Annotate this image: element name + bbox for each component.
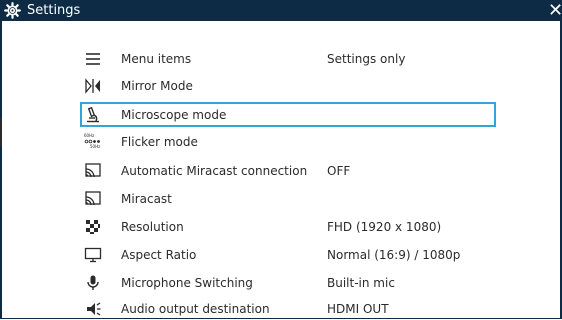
miracast-icon <box>84 190 102 208</box>
microscope-icon <box>84 106 102 124</box>
setting-value: FHD (1920 x 1080) <box>327 220 442 234</box>
setting-label: Miracast <box>121 192 172 206</box>
setting-row-aspect-ratio[interactable]: Aspect Ratio Normal (16:9) / 1080p <box>80 244 496 266</box>
setting-label: Resolution <box>121 220 184 234</box>
flicker-icon-60hz: 60Hz <box>84 133 94 138</box>
setting-label: Audio output destination <box>121 302 270 316</box>
setting-value: Normal (16:9) / 1080p <box>327 248 461 262</box>
setting-row-audio-output[interactable]: Audio output destination HDMI OUT <box>80 298 496 320</box>
setting-label: Aspect Ratio <box>121 248 197 262</box>
resolution-icon <box>84 218 102 236</box>
setting-row-microphone-switching[interactable]: Microphone Switching Built-in mic <box>80 272 496 294</box>
gear-icon <box>4 2 21 19</box>
setting-label: Menu items <box>121 52 192 66</box>
setting-label: Mirror Mode <box>121 79 193 93</box>
setting-label: Microscope mode <box>121 108 227 122</box>
setting-value: Settings only <box>327 52 406 66</box>
setting-label: Microphone Switching <box>121 276 253 290</box>
panel-edge-marker <box>0 118 2 146</box>
microphone-icon <box>84 274 102 292</box>
miracast-icon <box>84 162 102 180</box>
speaker-icon <box>84 300 102 318</box>
setting-row-menu-items[interactable]: Menu items Settings only <box>80 48 496 70</box>
menu-icon <box>84 50 102 68</box>
flicker-icon: 60Hz 50Hz <box>84 133 102 151</box>
monitor-icon <box>84 246 102 264</box>
setting-row-microscope-mode[interactable]: Microscope mode <box>80 102 496 127</box>
title-bar: Settings ✕ <box>0 0 562 21</box>
setting-value: OFF <box>327 164 351 178</box>
setting-row-resolution[interactable]: Resolution FHD (1920 x 1080) <box>80 216 496 238</box>
close-icon[interactable]: ✕ <box>548 0 562 21</box>
mirror-icon <box>84 77 102 95</box>
flicker-icon-50hz: 50Hz <box>90 144 100 149</box>
setting-label: Flicker mode <box>121 135 198 149</box>
setting-value: Built-in mic <box>327 276 395 290</box>
window-title: Settings <box>27 3 81 18</box>
setting-row-flicker-mode[interactable]: 60Hz 50Hz Flicker mode <box>80 131 496 153</box>
setting-row-auto-miracast[interactable]: Automatic Miracast connection OFF <box>80 160 496 182</box>
setting-value: HDMI OUT <box>327 302 389 316</box>
setting-label: Automatic Miracast connection <box>121 164 308 178</box>
setting-row-miracast[interactable]: Miracast <box>80 188 496 210</box>
setting-row-mirror-mode[interactable]: Mirror Mode <box>80 75 496 97</box>
